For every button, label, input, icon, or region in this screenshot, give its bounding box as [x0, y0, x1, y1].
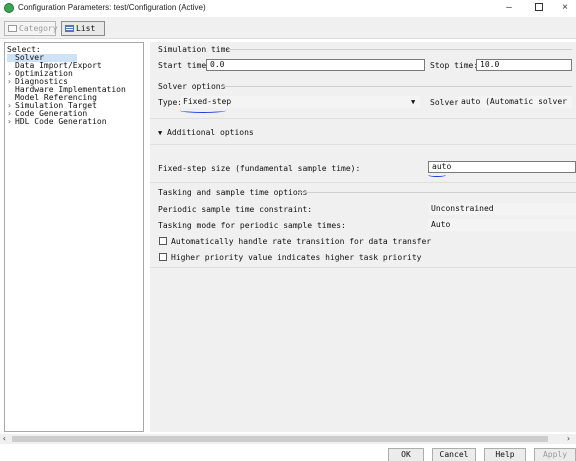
higher-priority-label: Higher priority value indicates higher t…: [171, 253, 422, 262]
annotation-underline: [180, 108, 226, 113]
dropdown-arrow-icon: ▼: [411, 98, 416, 106]
solver-settings-pane: Simulation time Start time: 0.0 Stop tim…: [150, 42, 576, 432]
periodic-constraint-dropdown[interactable]: Unconstrained: [428, 203, 576, 215]
category-icon: [8, 25, 17, 32]
scroll-thumb[interactable]: [12, 436, 548, 442]
list-label: List: [76, 24, 96, 33]
scroll-left-icon[interactable]: ‹: [2, 434, 7, 443]
title-bar: Configuration Parameters: test/Configura…: [0, 0, 576, 16]
window-title: Configuration Parameters: test/Configura…: [18, 3, 206, 12]
list-icon: [65, 25, 74, 32]
section-divider: [228, 49, 572, 50]
tasking-mode-dropdown[interactable]: Auto: [428, 219, 576, 231]
section-divider: [150, 182, 576, 183]
close-button[interactable]: ×: [554, 1, 576, 15]
list-view-button[interactable]: List: [61, 21, 105, 36]
expand-arrow-icon[interactable]: ›: [7, 78, 15, 86]
auto-rate-transition-checkbox[interactable]: [159, 237, 167, 245]
help-button[interactable]: Help: [484, 448, 526, 461]
minimize-icon: –: [506, 2, 512, 13]
apply-button[interactable]: Apply: [534, 448, 576, 461]
scroll-right-icon[interactable]: ›: [566, 434, 571, 443]
section-divider: [150, 118, 576, 119]
tasking-mode-label: Tasking mode for periodic sample times:: [158, 221, 346, 230]
tree-item-hdl-code-generation[interactable]: › HDL Code Generation: [7, 118, 107, 126]
cancel-button[interactable]: Cancel: [432, 448, 476, 461]
simulation-time-section-label: Simulation time: [158, 45, 231, 54]
additional-options-label: Additional options: [167, 128, 254, 137]
collapse-arrow-icon: ▼: [158, 129, 163, 137]
solver-type-value: Fixed-step: [183, 97, 232, 106]
fixed-step-size-input[interactable]: auto: [428, 161, 576, 173]
maximize-icon: [535, 3, 543, 12]
start-time-label: Start time:: [158, 61, 211, 70]
category-label: Category: [19, 24, 58, 33]
tasking-section-label: Tasking and sample time options: [158, 188, 308, 197]
section-divider: [150, 144, 576, 145]
app-icon: [4, 3, 14, 13]
category-tree[interactable]: Select: Solver Data Import/Export › Optim…: [4, 42, 144, 432]
toolbar: Category List: [0, 17, 576, 39]
minimize-button[interactable]: –: [498, 1, 520, 15]
solver-type-label: Type:: [158, 98, 183, 107]
maximize-button[interactable]: [528, 1, 550, 15]
stop-time-label: Stop time:: [430, 61, 479, 70]
category-view-button[interactable]: Category: [4, 21, 58, 36]
periodic-constraint-label: Periodic sample time constraint:: [158, 205, 313, 214]
ok-button[interactable]: OK: [388, 448, 424, 461]
auto-rate-transition-label: Automatically handle rate transition for…: [171, 237, 432, 246]
section-divider: [150, 267, 576, 268]
fixed-step-size-label: Fixed-step size (fundamental sample time…: [158, 164, 361, 173]
solver-type-dropdown[interactable]: Fixed-step ▼: [180, 96, 420, 108]
tree-item-label: HDL Code Generation: [15, 117, 107, 126]
annotation-underline: [428, 173, 446, 177]
close-icon: ×: [562, 2, 568, 13]
higher-priority-checkbox[interactable]: [159, 253, 167, 261]
section-divider: [298, 192, 576, 193]
solver-dropdown[interactable]: auto (Automatic solver se: [458, 96, 572, 108]
horizontal-scrollbar[interactable]: ‹ ›: [0, 434, 576, 444]
stop-time-input[interactable]: 10.0: [476, 59, 572, 71]
expand-arrow-icon[interactable]: ›: [7, 118, 15, 126]
start-time-input[interactable]: 0.0: [206, 59, 425, 71]
solver-options-section-label: Solver options: [158, 82, 226, 91]
section-divider: [222, 86, 572, 87]
additional-options-toggle[interactable]: ▼ Additional options: [158, 128, 254, 137]
